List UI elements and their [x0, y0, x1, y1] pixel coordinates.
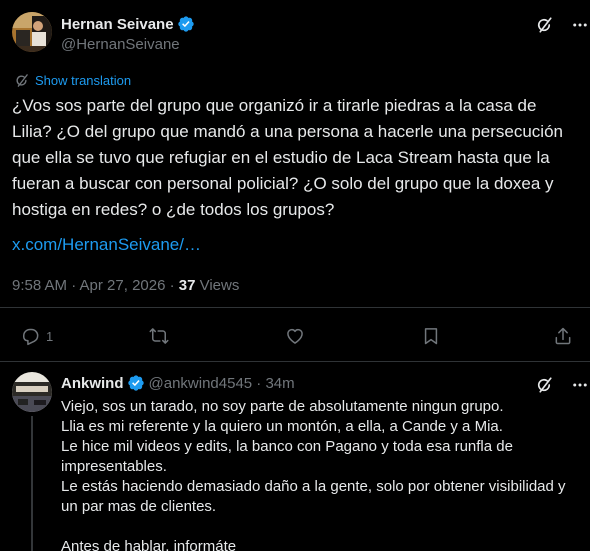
thread-line: [31, 416, 33, 551]
author-avatar[interactable]: [12, 12, 52, 52]
main-tweet-top-actions: [535, 16, 589, 34]
bookmark-icon: [424, 328, 438, 345]
reply-line: Le estás haciendo demasiado daño a la ge…: [61, 478, 566, 515]
retweet-icon: [149, 328, 169, 344]
reply-line: Le hice mil videos y edits, la banco con…: [61, 438, 513, 475]
reply-line: Llia es mi referente y la quiero un mont…: [61, 418, 503, 435]
author-name-row: Hernan Seivane: [61, 15, 195, 33]
reply-author-row: Ankwind @ankwind4545 · 34m: [61, 374, 295, 392]
reply-icon: [23, 328, 39, 346]
share-button[interactable]: [553, 326, 573, 346]
tweet-divider: [0, 361, 590, 362]
verified-badge-icon: [127, 374, 145, 392]
retweet-button[interactable]: [149, 326, 169, 346]
reply-button[interactable]: 1: [20, 326, 53, 346]
reply-count: 1: [46, 328, 54, 344]
views-label: Views: [195, 277, 240, 294]
author-handle-row: @HernanSeivane: [61, 36, 180, 53]
like-button[interactable]: [285, 326, 305, 346]
meta-divider: [0, 307, 590, 308]
reply-top-actions: [535, 376, 589, 394]
show-translation-link[interactable]: Show translation: [14, 72, 131, 88]
tweet-text: ¿Vos sos parte del grupo que organizó ir…: [12, 96, 563, 219]
author-name[interactable]: Hernan Seivane: [61, 16, 174, 33]
action-bar: 1: [0, 318, 590, 352]
more-icon[interactable]: [571, 376, 589, 394]
bookmark-button[interactable]: [421, 326, 441, 346]
show-translation-label: Show translation: [35, 72, 132, 88]
reply-line: Viejo, sos un tarado, no soy parte de ab…: [61, 398, 504, 415]
reply-author-name[interactable]: Ankwind: [61, 375, 124, 392]
grok-icon[interactable]: [535, 16, 553, 34]
author-handle[interactable]: @HernanSeivane: [61, 36, 180, 53]
main-tweet: Hernan Seivane @HernanSeivane Show trans…: [0, 0, 590, 362]
more-icon[interactable]: [571, 16, 589, 34]
views-count: 37: [178, 277, 196, 294]
reply-line: [61, 517, 583, 537]
verified-badge-icon: [177, 15, 195, 33]
translate-icon: [14, 73, 29, 88]
tweet-meta: 9:58 AM · Apr 27, 2026 · 37 Views: [12, 277, 239, 294]
reply-line: Antes de hablar, informáte: [61, 538, 237, 551]
share-icon: [555, 327, 571, 345]
reply-author-handle[interactable]: @ankwind4545 · 34m: [149, 375, 295, 392]
reply-text: Viejo, sos un tarado, no soy parte de ab…: [61, 397, 583, 551]
reply-author-avatar[interactable]: [12, 372, 52, 412]
like-icon: [287, 328, 303, 344]
tweet-link[interactable]: x.com/HernanSeivane/…: [12, 235, 201, 255]
grok-icon[interactable]: [535, 376, 553, 394]
tweet-timestamp[interactable]: 9:58 AM · Apr 27, 2026 ·: [12, 277, 179, 294]
